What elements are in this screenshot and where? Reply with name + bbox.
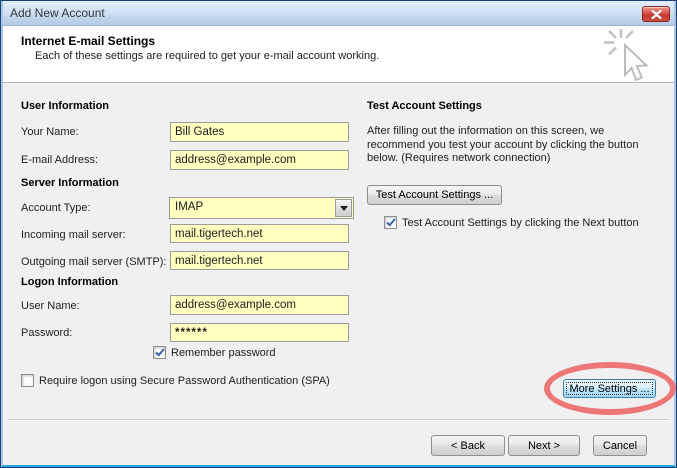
section-test-account-settings: Test Account Settings <box>367 100 482 112</box>
close-icon <box>651 10 662 19</box>
dialog-header: Internet E-mail Settings Each of these s… <box>2 26 675 83</box>
test-settings-description: After filling out the information on thi… <box>367 125 669 166</box>
account-type-value: IMAP <box>175 201 203 213</box>
remember-password-label: Remember password <box>171 347 276 359</box>
user-name-label: User Name: <box>21 300 80 312</box>
section-user-information: User Information <box>21 100 109 112</box>
user-name-field[interactable] <box>170 295 349 315</box>
check-icon <box>386 218 396 227</box>
password-field[interactable] <box>170 323 349 342</box>
account-type-dropdown[interactable]: IMAP <box>169 197 354 219</box>
spa-checkbox[interactable] <box>21 374 34 387</box>
cursor-click-icon <box>601 29 663 87</box>
page-title: Internet E-mail Settings <box>21 34 155 48</box>
incoming-server-label: Incoming mail server: <box>21 229 126 241</box>
back-button[interactable]: < Back <box>431 435 505 456</box>
check-icon <box>155 348 165 357</box>
section-logon-information: Logon Information <box>21 276 118 288</box>
cancel-button[interactable]: Cancel <box>593 435 647 456</box>
outgoing-server-label: Outgoing mail server (SMTP): <box>21 256 166 268</box>
footer-separator <box>8 419 669 421</box>
more-settings-button[interactable]: More Settings ... <box>563 379 656 398</box>
test-account-settings-button[interactable]: Test Account Settings ... <box>367 185 502 205</box>
dropdown-arrow-button[interactable] <box>335 199 352 217</box>
your-name-field[interactable] <box>170 122 349 142</box>
spa-label: Require logon using Secure Password Auth… <box>39 375 330 387</box>
close-button[interactable] <box>642 6 670 22</box>
window-title: Add New Account <box>10 1 105 25</box>
incoming-server-field[interactable] <box>170 224 349 243</box>
account-type-label: Account Type: <box>21 202 91 214</box>
password-label: Password: <box>21 327 72 339</box>
test-next-checkbox[interactable] <box>384 216 397 229</box>
section-server-information: Server Information <box>21 177 119 189</box>
page-subtitle: Each of these settings are required to g… <box>35 50 379 62</box>
titlebar: Add New Account <box>1 1 676 26</box>
remember-password-checkbox[interactable] <box>153 346 166 359</box>
next-button[interactable]: Next > <box>508 435 580 456</box>
email-address-label: E-mail Address: <box>21 154 98 166</box>
chevron-down-icon <box>340 206 348 211</box>
email-address-field[interactable] <box>170 150 349 170</box>
your-name-label: Your Name: <box>21 126 79 138</box>
test-next-checkbox-label: Test Account Settings by clicking the Ne… <box>402 217 639 229</box>
outgoing-server-field[interactable] <box>170 251 349 270</box>
add-new-account-dialog: Add New Account Internet E-mail Settings… <box>0 0 677 468</box>
